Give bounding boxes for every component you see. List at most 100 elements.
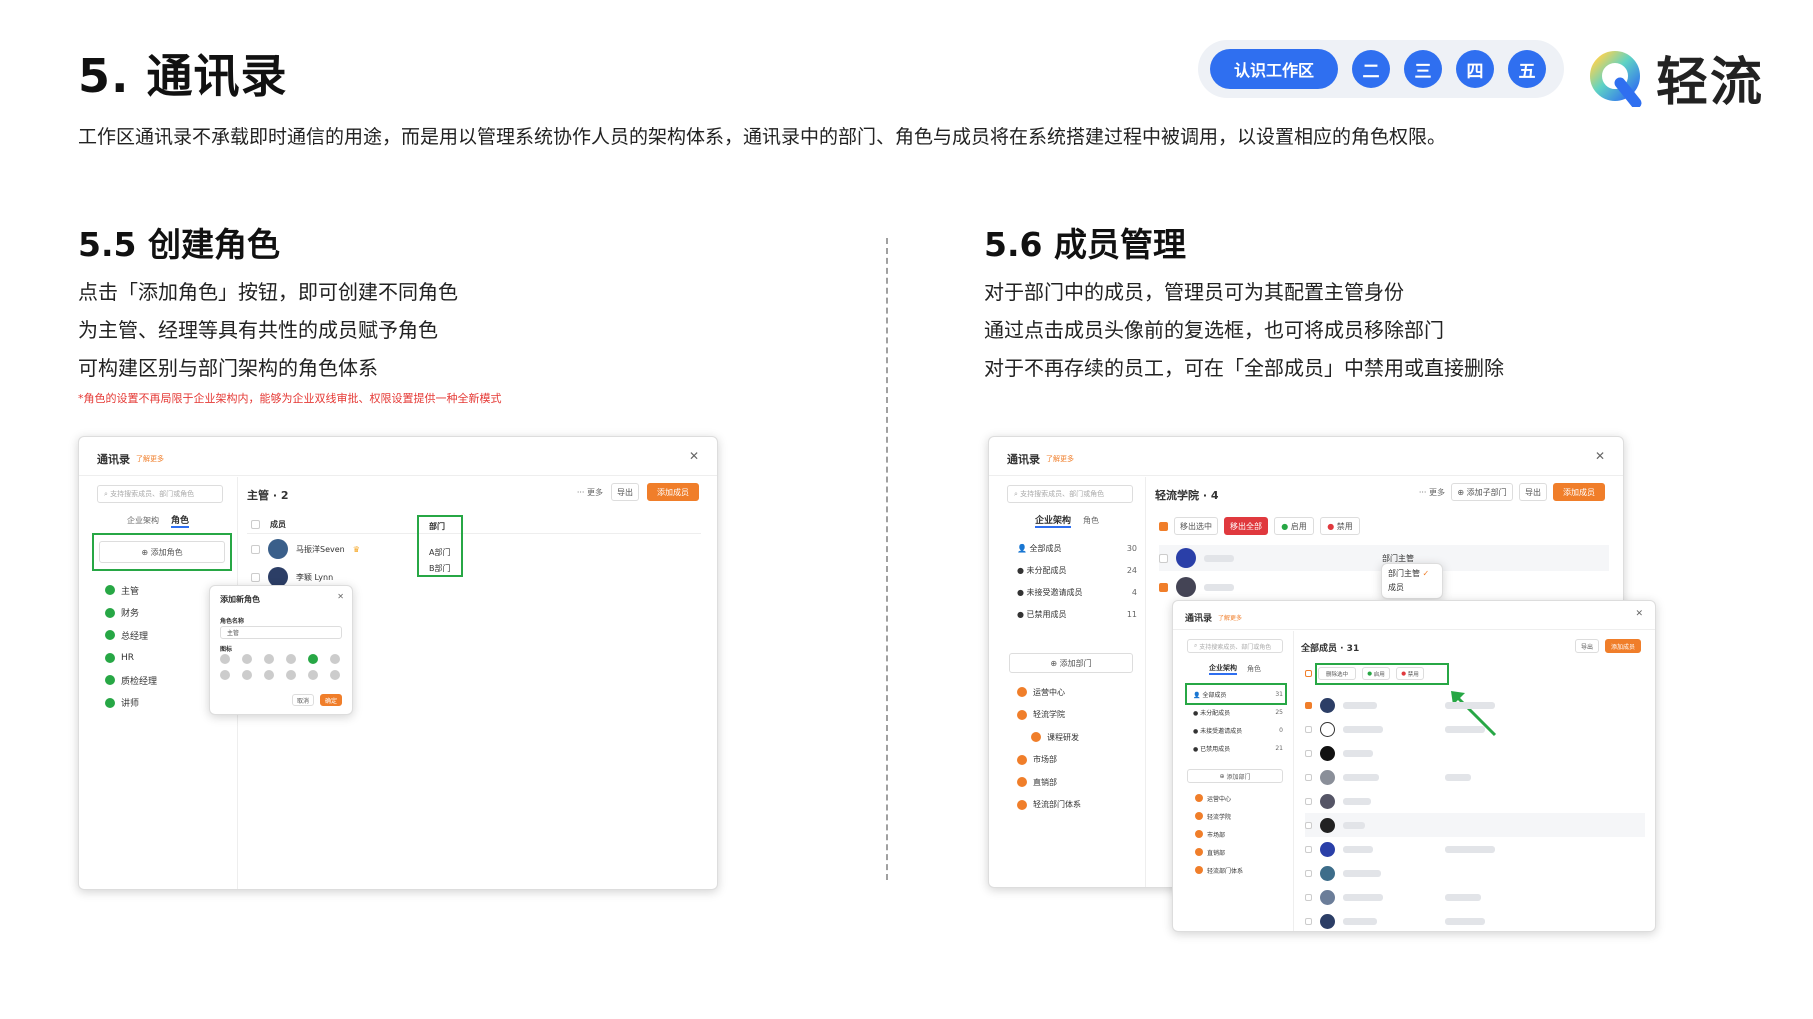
dept-item[interactable]: 直销部 <box>1033 777 1057 788</box>
row-checkbox[interactable] <box>1305 701 1312 709</box>
stat-label[interactable]: ● 未分配成员 <box>1017 565 1067 576</box>
row-checkbox[interactable] <box>1305 869 1312 877</box>
close-icon[interactable]: ✕ <box>689 449 699 463</box>
member-table <box>1305 693 1645 931</box>
icon-option[interactable] <box>220 670 230 680</box>
search-input[interactable]: ⌕ 支持搜索成员、部门或角色 <box>97 485 223 503</box>
dept-item[interactable]: 直销部 <box>1207 848 1225 857</box>
icon-option[interactable] <box>286 654 296 664</box>
icon-option[interactable] <box>264 670 274 680</box>
tab-org[interactable]: 企业架构 <box>127 515 159 526</box>
more-menu[interactable]: ··· 更多 <box>1419 487 1445 498</box>
tab-org[interactable]: 企业架构 <box>1035 513 1072 528</box>
export-button[interactable]: 导出 <box>1519 483 1547 501</box>
dropdown-option[interactable]: 成员 <box>1388 582 1436 596</box>
tab-roles[interactable]: 角色 <box>1247 664 1261 674</box>
icon-option[interactable] <box>330 654 340 664</box>
more-menu[interactable]: ··· 更多 <box>577 487 603 498</box>
dept-item[interactable]: 市场部 <box>1207 830 1225 839</box>
export-button[interactable]: 导出 <box>1575 639 1599 653</box>
select-all-checkbox[interactable] <box>1159 521 1168 531</box>
highlight-bulk-actions <box>1315 663 1449 685</box>
disable-button[interactable]: ● 禁用 <box>1320 517 1360 535</box>
step-1-pill[interactable]: 认识工作区 <box>1210 49 1338 89</box>
dept-item[interactable]: 轻流部门体系 <box>1033 799 1081 810</box>
role-name-input[interactable]: 主管 <box>220 626 342 639</box>
role-icon <box>105 585 115 596</box>
stat-label[interactable]: ● 未接受邀请成员 <box>1193 726 1242 735</box>
role-item[interactable]: 质检经理 <box>121 674 157 687</box>
cancel-button[interactable]: 取消 <box>292 694 314 706</box>
search-input[interactable]: ⌕ 支持搜索成员、部门或角色 <box>1007 485 1133 503</box>
dropdown-option[interactable]: 部门主管 ✓ <box>1388 568 1436 582</box>
dept-item[interactable]: 轻流部门体系 <box>1207 866 1243 875</box>
tab-roles[interactable]: 角色 <box>1083 515 1099 526</box>
row-checkbox[interactable] <box>251 544 260 554</box>
select-all-checkbox[interactable] <box>1305 670 1312 677</box>
step-4-pill[interactable]: 四 <box>1456 50 1494 88</box>
dept-item[interactable]: 轻流学院 <box>1207 812 1231 821</box>
row-checkbox[interactable] <box>1305 845 1312 853</box>
row-checkbox[interactable] <box>1305 893 1312 901</box>
stat-label[interactable]: 👤 全部成员 <box>1017 543 1062 554</box>
select-all-checkbox[interactable] <box>251 520 260 529</box>
tab-roles[interactable]: 角色 <box>171 513 190 528</box>
dept-item[interactable]: 市场部 <box>1033 754 1057 765</box>
role-item[interactable]: HR <box>121 653 134 663</box>
row-checkbox[interactable] <box>1305 797 1312 805</box>
row-checkbox[interactable] <box>251 572 260 582</box>
dept-item[interactable]: 轻流学院 <box>1033 709 1065 720</box>
icon-option[interactable] <box>220 654 230 664</box>
row-checkbox[interactable] <box>1305 773 1312 781</box>
close-icon[interactable]: ✕ <box>1635 609 1643 619</box>
dept-item[interactable]: 运营中心 <box>1033 687 1065 698</box>
remove-selected-button[interactable]: 移出选中 <box>1174 517 1218 535</box>
dept-item[interactable]: 课程研发 <box>1047 732 1079 743</box>
dept-item[interactable]: 运营中心 <box>1207 794 1231 803</box>
learn-more-link[interactable]: 了解更多 <box>136 454 164 464</box>
row-checkbox[interactable] <box>1159 582 1168 592</box>
icon-option[interactable] <box>308 670 318 680</box>
learn-more-link[interactable]: 了解更多 <box>1046 454 1074 464</box>
row-checkbox[interactable] <box>1305 725 1312 733</box>
icon-option-selected[interactable] <box>308 654 318 664</box>
role-item[interactable]: 主管 <box>121 584 139 597</box>
icon-option[interactable] <box>242 654 252 664</box>
add-member-button[interactable]: 添加成员 <box>1605 639 1641 653</box>
row-checkbox[interactable] <box>1305 749 1312 757</box>
close-icon[interactable]: ✕ <box>1595 449 1605 463</box>
add-dept-button[interactable]: ⊕ 添加部门 <box>1009 653 1133 673</box>
remove-all-button[interactable]: 移出全部 <box>1224 517 1268 535</box>
close-icon[interactable]: ✕ <box>337 592 344 601</box>
icon-option[interactable] <box>286 670 296 680</box>
step-2-pill[interactable]: 二 <box>1352 50 1390 88</box>
tab-org[interactable]: 企业架构 <box>1209 663 1237 675</box>
search-input[interactable]: ⌕ 支持搜索成员、部门或角色 <box>1187 639 1283 653</box>
role-item[interactable]: 讲师 <box>121 696 139 709</box>
stat-count: 21 <box>1275 744 1283 752</box>
stat-label[interactable]: ● 未接受邀请成员 <box>1017 587 1083 598</box>
learn-more-link[interactable]: 了解更多 <box>1218 613 1242 622</box>
row-checkbox[interactable] <box>1305 821 1312 829</box>
stat-label[interactable]: ● 已禁用成员 <box>1017 609 1067 620</box>
icon-option[interactable] <box>242 670 252 680</box>
step-3-pill[interactable]: 三 <box>1404 50 1442 88</box>
enable-button[interactable]: ● 启用 <box>1274 517 1314 535</box>
icon-option[interactable] <box>330 670 340 680</box>
row-checkbox[interactable] <box>1305 917 1312 925</box>
stat-label[interactable]: ● 未分配成员 <box>1193 708 1230 717</box>
role-item[interactable]: 财务 <box>121 606 139 619</box>
add-sub-dept-button[interactable]: ⊕ 添加子部门 <box>1451 483 1513 501</box>
confirm-button[interactable]: 确定 <box>320 694 342 706</box>
add-member-button[interactable]: 添加成员 <box>1553 483 1605 501</box>
icon-option[interactable] <box>264 654 274 664</box>
stat-label[interactable]: ● 已禁用成员 <box>1193 744 1230 753</box>
role-item[interactable]: 总经理 <box>121 629 148 642</box>
step-5-pill[interactable]: 五 <box>1508 50 1546 88</box>
table-row: 成员 <box>1159 577 1398 597</box>
row-checkbox[interactable] <box>1159 553 1168 563</box>
role-head-cell[interactable]: 部门主管 <box>1382 553 1414 564</box>
export-button[interactable]: 导出 <box>611 483 639 501</box>
add-dept-button[interactable]: ⊕ 添加部门 <box>1187 769 1283 783</box>
add-member-button[interactable]: 添加成员 <box>647 483 699 501</box>
